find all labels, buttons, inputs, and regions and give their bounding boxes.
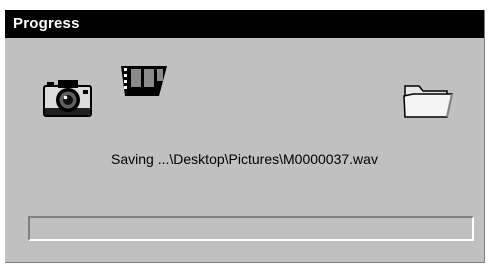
status-text: Saving ...\Desktop\Pictures\M0000037.wav [111, 151, 378, 167]
title-bar[interactable]: Progress [5, 10, 484, 38]
progress-bar [28, 216, 474, 241]
window-title: Progress [13, 15, 80, 32]
camera-icon [43, 80, 92, 117]
progress-dialog: Progress Saving ...\Desktop\Pictures\M00… [5, 10, 485, 263]
film-strip-icon [121, 66, 167, 96]
folder-icon [403, 85, 453, 118]
